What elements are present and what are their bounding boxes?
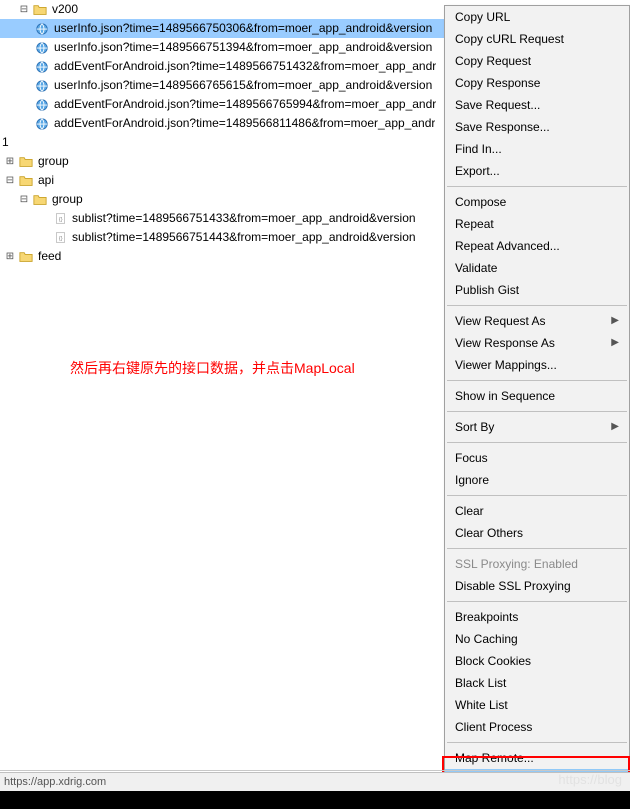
context-menu: Copy URL Copy cURL Request Copy Request …	[444, 5, 630, 792]
tree-row[interactable]: ⊟ api	[0, 171, 444, 190]
menu-separator	[447, 380, 627, 381]
menu-repeat-advanced[interactable]: Repeat Advanced...	[445, 235, 629, 257]
menu-separator	[447, 186, 627, 187]
row-label: v200	[52, 0, 78, 19]
globe-icon	[34, 78, 50, 94]
row-label: sublist?time=1489566751433&from=moer_app…	[72, 209, 416, 228]
row-label: addEventForAndroid.json?time=14895667514…	[54, 57, 436, 76]
tree-row[interactable]: ⊟ v200	[0, 0, 444, 19]
globe-icon	[34, 116, 50, 132]
document-icon: {}	[52, 230, 68, 246]
menu-show-in-sequence[interactable]: Show in Sequence	[445, 385, 629, 407]
globe-icon	[34, 21, 50, 37]
menu-copy-curl[interactable]: Copy cURL Request	[445, 28, 629, 50]
folder-icon	[32, 192, 48, 208]
menu-validate[interactable]: Validate	[445, 257, 629, 279]
globe-icon	[34, 40, 50, 56]
tree-row[interactable]: {} sublist?time=1489566751443&from=moer_…	[0, 228, 444, 247]
menu-copy-request[interactable]: Copy Request	[445, 50, 629, 72]
menu-separator	[447, 305, 627, 306]
row-label: userInfo.json?time=1489566751394&from=mo…	[54, 38, 432, 57]
menu-compose[interactable]: Compose	[445, 191, 629, 213]
row-label: addEventForAndroid.json?time=14895667659…	[54, 95, 436, 114]
tree-row[interactable]: addEventForAndroid.json?time=14895667659…	[0, 95, 444, 114]
menu-separator	[447, 742, 627, 743]
annotation-text: 然后再右键原先的接口数据，并点击MapLocal	[70, 358, 355, 378]
tree-row[interactable]: addEventForAndroid.json?time=14895667514…	[0, 57, 444, 76]
status-text: https://app.xdrig.com	[4, 776, 106, 788]
menu-export[interactable]: Export...	[445, 160, 629, 182]
menu-view-response-as[interactable]: View Response As▶	[445, 332, 629, 354]
tree-row[interactable]: ⊞ group	[0, 152, 444, 171]
document-icon: {}	[52, 211, 68, 227]
collapse-icon[interactable]: ⊟	[4, 175, 16, 187]
submenu-arrow-icon: ▶	[611, 310, 619, 332]
menu-black-list[interactable]: Black List	[445, 672, 629, 694]
menu-separator	[447, 548, 627, 549]
svg-text:{}: {}	[58, 217, 62, 223]
globe-icon	[34, 59, 50, 75]
collapse-icon[interactable]: ⊟	[18, 194, 30, 206]
status-bar: https://app.xdrig.com	[0, 772, 630, 791]
menu-copy-response[interactable]: Copy Response	[445, 72, 629, 94]
tree-row[interactable]: userInfo.json?time=1489566750306&from=mo…	[0, 19, 444, 38]
menu-save-response[interactable]: Save Response...	[445, 116, 629, 138]
row-label: group	[38, 152, 69, 171]
folder-icon	[18, 154, 34, 170]
tree-row[interactable]: addEventForAndroid.json?time=14895668114…	[0, 114, 444, 133]
menu-separator	[447, 601, 627, 602]
svg-text:{}: {}	[58, 236, 62, 242]
tree-row[interactable]: ⊟ group	[0, 190, 444, 209]
divider	[0, 770, 630, 771]
folder-icon	[18, 249, 34, 265]
row-label: userInfo.json?time=1489566765615&from=mo…	[54, 76, 432, 95]
row-label: group	[52, 190, 83, 209]
menu-client-process[interactable]: Client Process	[445, 716, 629, 738]
tree-row[interactable]: userInfo.json?time=1489566765615&from=mo…	[0, 76, 444, 95]
tree-row[interactable]: userInfo.json?time=1489566751394&from=mo…	[0, 38, 444, 57]
collapse-icon[interactable]: ⊟	[18, 4, 30, 16]
row-label: sublist?time=1489566751443&from=moer_app…	[72, 228, 416, 247]
menu-repeat[interactable]: Repeat	[445, 213, 629, 235]
expand-icon[interactable]: ⊞	[4, 251, 16, 263]
menu-sort-by[interactable]: Sort By▶	[445, 416, 629, 438]
menu-block-cookies[interactable]: Block Cookies	[445, 650, 629, 672]
tree-row[interactable]: {} sublist?time=1489566751433&from=moer_…	[0, 209, 444, 228]
menu-ignore[interactable]: Ignore	[445, 469, 629, 491]
menu-separator	[447, 495, 627, 496]
expand-icon[interactable]: ⊞	[4, 156, 16, 168]
row-label: feed	[38, 247, 61, 266]
menu-focus[interactable]: Focus	[445, 447, 629, 469]
menu-clear[interactable]: Clear	[445, 500, 629, 522]
menu-save-request[interactable]: Save Request...	[445, 94, 629, 116]
submenu-arrow-icon: ▶	[611, 332, 619, 354]
menu-white-list[interactable]: White List	[445, 694, 629, 716]
row-label: 1	[2, 133, 9, 152]
bottom-strip	[0, 791, 630, 809]
tree-panel: ⊟ v200 userInfo.json?time=1489566750306&…	[0, 0, 444, 770]
menu-no-caching[interactable]: No Caching	[445, 628, 629, 650]
row-label: addEventForAndroid.json?time=14895668114…	[54, 114, 435, 133]
menu-separator	[447, 442, 627, 443]
menu-view-request-as[interactable]: View Request As▶	[445, 310, 629, 332]
menu-copy-url[interactable]: Copy URL	[445, 6, 629, 28]
menu-separator	[447, 411, 627, 412]
menu-breakpoints[interactable]: Breakpoints	[445, 606, 629, 628]
menu-viewer-mappings[interactable]: Viewer Mappings...	[445, 354, 629, 376]
menu-ssl-proxying: SSL Proxying: Enabled	[445, 553, 629, 575]
submenu-arrow-icon: ▶	[611, 416, 619, 438]
menu-clear-others[interactable]: Clear Others	[445, 522, 629, 544]
row-label: userInfo.json?time=1489566750306&from=mo…	[54, 19, 432, 38]
folder-icon	[18, 173, 34, 189]
row-label: api	[38, 171, 54, 190]
menu-find-in[interactable]: Find In...	[445, 138, 629, 160]
menu-map-remote[interactable]: Map Remote...	[445, 747, 629, 769]
tree-row[interactable]: 1	[0, 133, 444, 152]
globe-icon	[34, 97, 50, 113]
tree-row[interactable]: ⊞ feed	[0, 247, 444, 266]
folder-icon	[32, 2, 48, 18]
menu-disable-ssl[interactable]: Disable SSL Proxying	[445, 575, 629, 597]
menu-publish-gist[interactable]: Publish Gist	[445, 279, 629, 301]
